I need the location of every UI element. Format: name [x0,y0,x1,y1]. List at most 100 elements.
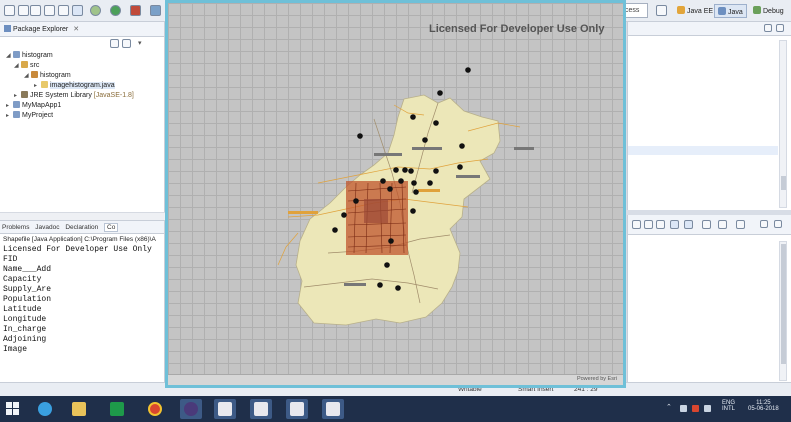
java-app-icon[interactable] [250,399,272,419]
console-action-icon[interactable] [644,220,653,229]
console-output[interactable]: Licensed For Developer Use Only FID Name… [0,245,164,355]
expanded-icon[interactable]: ◢ [6,51,13,61]
new-icon[interactable] [4,5,15,16]
console-action-icon[interactable] [632,220,641,229]
data-point[interactable] [357,133,363,139]
eclipse-icon[interactable] [180,399,202,419]
map-layer[interactable] [168,3,623,374]
expanded-icon[interactable]: ◢ [14,61,21,71]
external-tools-icon[interactable] [130,5,141,16]
volume-icon[interactable] [680,405,687,412]
store-icon[interactable] [106,399,128,419]
console-action-icon[interactable] [736,220,745,229]
console-line: Longitude [3,315,47,324]
console-action-icon[interactable] [656,220,665,229]
data-point[interactable] [433,168,439,174]
data-point[interactable] [411,180,417,186]
collapse-all-icon[interactable] [110,39,119,48]
minimize-icon[interactable] [764,24,772,32]
file-explorer-icon[interactable] [68,399,90,419]
tree-item-java-file[interactable]: ▸ imagehistogram.java [0,81,164,91]
maximize-icon[interactable] [774,220,782,228]
data-point[interactable] [377,282,383,288]
terminal-icon[interactable] [44,5,55,16]
chrome-icon[interactable] [144,399,166,419]
pin-icon[interactable] [72,5,83,16]
data-point[interactable] [387,186,393,192]
internet-explorer-icon[interactable] [34,399,56,419]
data-point[interactable] [341,212,347,218]
battery-icon[interactable] [704,405,711,412]
chevron-up-icon[interactable]: ⌃ [666,403,673,411]
debug-icon[interactable] [90,5,101,16]
vertical-scrollbar[interactable] [779,40,787,208]
tree-item-project[interactable]: ▸ MyMapApp1 [0,101,164,111]
view-menu-icon[interactable]: ▾ [138,39,147,48]
open-console-icon[interactable] [702,220,711,229]
data-point[interactable] [410,114,416,120]
perspective-debug[interactable]: Debug [750,4,787,18]
close-icon[interactable]: ✕ [73,26,79,33]
new-class-icon[interactable] [150,5,161,16]
tab-javadoc[interactable]: Javadoc [35,224,59,231]
minimize-icon[interactable] [760,220,768,228]
data-point[interactable] [393,167,399,173]
collapsed-icon[interactable]: ▸ [6,101,13,111]
tree-item-project[interactable]: ▸ MyProject [0,111,164,121]
collapsed-icon[interactable]: ▸ [34,81,41,91]
display-console-icon[interactable] [684,220,693,229]
windows-start-icon[interactable] [6,402,20,416]
horizontal-scrollbar[interactable] [0,212,165,220]
pin-console-icon[interactable] [670,220,679,229]
data-point[interactable] [422,137,428,143]
data-point[interactable] [395,285,401,291]
tree-item-jre[interactable]: ▸ JRE System Library [JavaSE-1.8] [0,91,164,101]
tab-console[interactable]: Co [104,223,119,232]
tree-item-src[interactable]: ◢ src [0,61,164,71]
collapsed-icon[interactable]: ▸ [6,111,13,121]
expanded-icon[interactable]: ◢ [24,71,31,81]
tree-item-project[interactable]: ◢ histogram [0,51,164,61]
open-perspective-icon[interactable] [656,5,667,16]
java-app-icon[interactable] [286,399,308,419]
console-action-icon[interactable] [718,220,727,229]
tree-label-suffix: [JavaSE-1.8] [91,92,134,99]
data-point[interactable] [413,189,419,195]
open-type-icon[interactable] [58,5,69,16]
link-editor-icon[interactable] [122,39,131,48]
scrollbar-thumb[interactable] [781,176,786,190]
run-icon[interactable] [110,5,121,16]
scrollbar-thumb[interactable] [781,244,786,364]
data-point[interactable] [437,90,443,96]
print-icon[interactable] [30,5,41,16]
vertical-scrollbar[interactable] [779,241,787,381]
network-icon[interactable] [692,405,699,412]
language-indicator[interactable]: ENG INTL [722,400,735,412]
data-point[interactable] [332,227,338,233]
data-point[interactable] [402,167,408,173]
data-point[interactable] [465,67,471,73]
perspective-java-ee[interactable]: Java EE [674,4,716,18]
package-explorer-tab[interactable]: Package Explorer ✕ [0,22,164,37]
java-app-icon[interactable] [214,399,236,419]
data-point[interactable] [433,120,439,126]
maximize-icon[interactable] [776,24,784,32]
tab-problems[interactable]: Problems [2,224,29,231]
clock[interactable]: 11:25 05-06-2018 [748,400,779,412]
java-app-icon[interactable] [322,399,344,419]
data-point[interactable] [398,178,404,184]
data-point[interactable] [427,180,433,186]
tree-item-package[interactable]: ◢ histogram [0,71,164,81]
data-point[interactable] [457,164,463,170]
save-icon[interactable] [18,5,29,16]
data-point[interactable] [353,198,359,204]
data-point[interactable] [410,208,416,214]
collapsed-icon[interactable]: ▸ [14,91,21,101]
data-point[interactable] [384,262,390,268]
perspective-java[interactable]: Java [714,4,747,18]
tab-declaration[interactable]: Declaration [65,224,98,231]
data-point[interactable] [388,238,394,244]
data-point[interactable] [408,168,414,174]
data-point[interactable] [459,143,465,149]
data-point[interactable] [380,178,386,184]
